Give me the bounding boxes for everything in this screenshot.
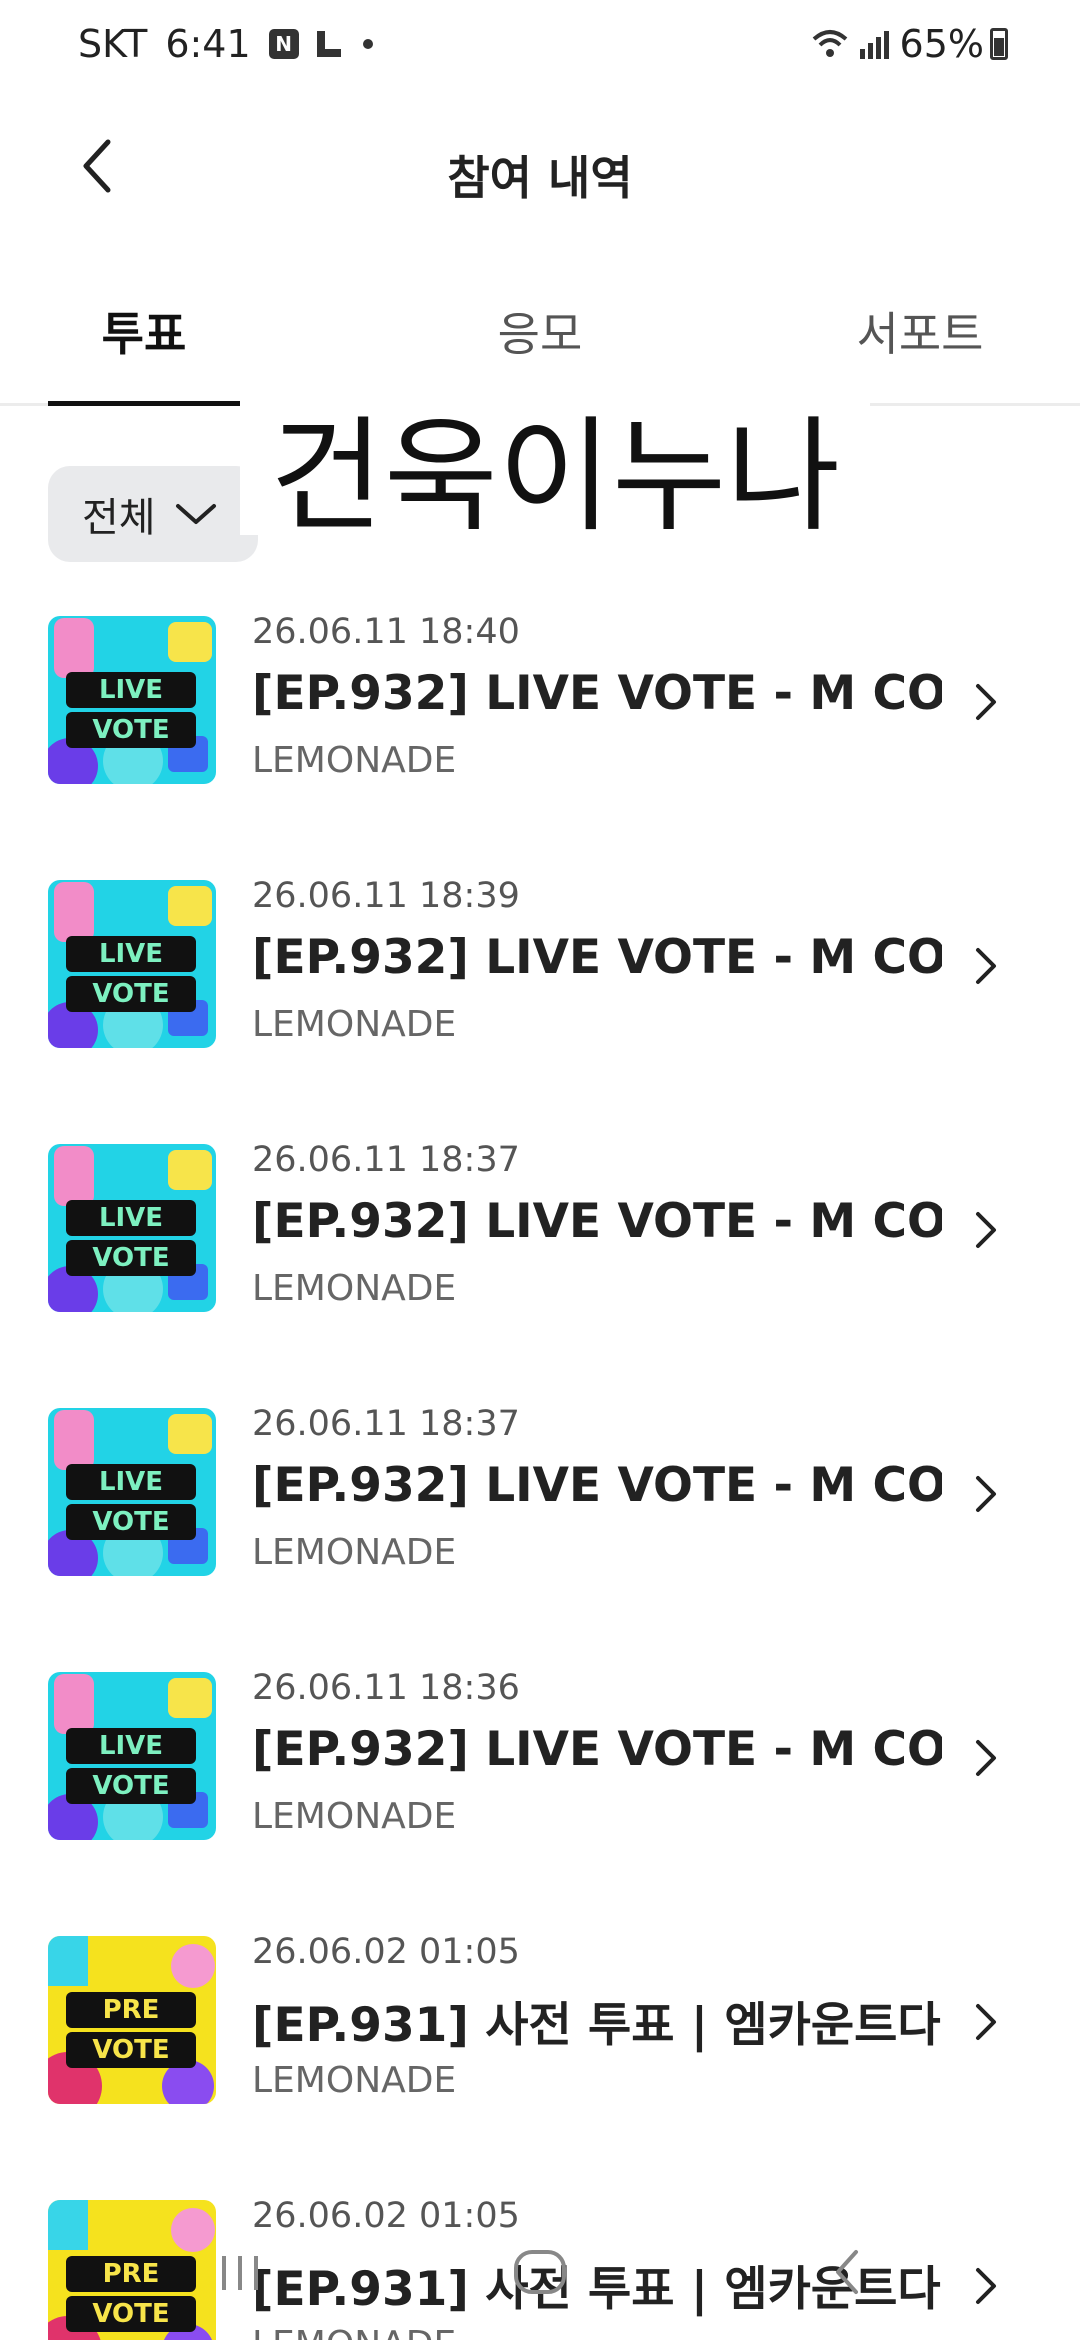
item-date: 26.06.02 01:05 [252, 1932, 520, 1972]
item-date: 26.06.11 18:37 [252, 1140, 520, 1180]
thumbnail-line2: VOTE [92, 1243, 170, 1273]
item-date: 26.06.11 18:36 [252, 1668, 520, 1708]
list-item[interactable]: LIVE VOTE 26.06.11 18:36 [EP.932] LIVE V… [0, 1656, 1080, 1856]
thumbnail-line1: LIVE [98, 939, 164, 969]
home-icon[interactable] [508, 2242, 572, 2302]
item-date: 26.06.11 18:40 [252, 612, 520, 652]
item-title: [EP.932] LIVE VOTE - M CO... [252, 1458, 942, 1513]
active-tab-indicator [48, 401, 240, 406]
chevron-right-icon [976, 1212, 996, 1248]
item-artist: LEMONADE [252, 740, 457, 781]
status-right: 65% [810, 22, 1008, 66]
status-left: SKT 6:41 N [78, 22, 373, 66]
header: 참여 내역 [0, 110, 1080, 230]
overlay-caption: 건욱이누나 [240, 395, 870, 549]
chevron-down-icon [175, 504, 216, 524]
item-date: 26.06.02 01:05 [252, 2196, 520, 2236]
tab-vote[interactable]: 투표 [48, 298, 240, 364]
battery-icon [990, 28, 1008, 60]
thumbnail-line1: LIVE [98, 1731, 164, 1761]
tab-entry[interactable]: 응모 [440, 298, 640, 364]
carrier-label: SKT [78, 22, 148, 66]
naver-notification-icon: N [268, 29, 299, 59]
vote-thumbnail: LIVE VOTE [48, 1144, 216, 1312]
item-artist: LEMONADE [252, 2060, 457, 2101]
line-notification-icon [313, 29, 343, 59]
list-item[interactable]: LIVE VOTE 26.06.11 18:40 [EP.932] LIVE V… [0, 600, 1080, 800]
item-title: [EP.932] LIVE VOTE - M CO... [252, 1194, 942, 1249]
thumbnail-line2: VOTE [92, 2035, 170, 2065]
thumbnail-line1: LIVE [98, 1467, 164, 1497]
item-title: [EP.931] 사전 투표 | 엠카운트다운 [252, 1998, 942, 2053]
list-item[interactable]: LIVE VOTE 26.06.11 18:37 [EP.932] LIVE V… [0, 1128, 1080, 1328]
vote-thumbnail: LIVE VOTE [48, 1408, 216, 1576]
list-item[interactable]: PRE VOTE 26.06.02 01:05 [EP.931] 사전 투표 |… [0, 1920, 1080, 2120]
thumbnail-line1: PRE [102, 1995, 160, 2025]
item-title: [EP.932] LIVE VOTE - M CO... [252, 1722, 942, 1777]
item-artist: LEMONADE [252, 1796, 457, 1837]
signal-icon [859, 31, 889, 59]
item-date: 26.06.11 18:37 [252, 1404, 520, 1444]
vote-thumbnail: PRE VOTE [48, 1936, 216, 2104]
chevron-right-icon [976, 2004, 996, 2040]
chevron-right-icon [976, 948, 996, 984]
item-title: [EP.932] LIVE VOTE - M CO... [252, 666, 942, 721]
vote-thumbnail: LIVE VOTE [48, 1672, 216, 1840]
status-bar: SKT 6:41 N 65% [0, 0, 1080, 92]
chevron-right-icon [976, 1476, 996, 1512]
recents-icon[interactable] [210, 2242, 270, 2302]
wifi-icon [812, 30, 847, 57]
item-artist: LEMONADE [252, 1268, 457, 1309]
battery-percent: 65% [899, 22, 984, 66]
vote-thumbnail: LIVE VOTE [48, 880, 216, 1048]
item-date: 26.06.11 18:39 [252, 876, 520, 916]
list-item[interactable]: LIVE VOTE 26.06.11 18:39 [EP.932] LIVE V… [0, 864, 1080, 1064]
thumbnail-line1: LIVE [98, 675, 164, 705]
thumbnail-line2: VOTE [92, 1771, 170, 1801]
thumbnail-line2: VOTE [92, 979, 170, 1009]
thumbnail-line2: VOTE [92, 1507, 170, 1537]
clock: 6:41 [165, 22, 251, 66]
thumbnail-line2: VOTE [92, 715, 170, 745]
system-nav-bar [0, 2236, 1080, 2340]
vote-thumbnail: LIVE VOTE [48, 616, 216, 784]
more-notifications-icon [362, 39, 373, 49]
item-artist: LEMONADE [252, 1004, 457, 1045]
filter-label: 전체 [82, 495, 156, 541]
chevron-right-icon [976, 1740, 996, 1776]
item-title: [EP.932] LIVE VOTE - M CO... [252, 930, 942, 985]
page-title: 참여 내역 [447, 151, 633, 205]
thumbnail-line1: LIVE [98, 1203, 164, 1233]
tab-support[interactable]: 서포트 [810, 298, 1030, 364]
item-artist: LEMONADE [252, 1532, 457, 1573]
chevron-right-icon [976, 684, 996, 720]
back-icon[interactable] [818, 2242, 878, 2302]
list-item[interactable]: LIVE VOTE 26.06.11 18:37 [EP.932] LIVE V… [0, 1392, 1080, 1592]
filter-dropdown[interactable]: 전체 [48, 466, 258, 562]
